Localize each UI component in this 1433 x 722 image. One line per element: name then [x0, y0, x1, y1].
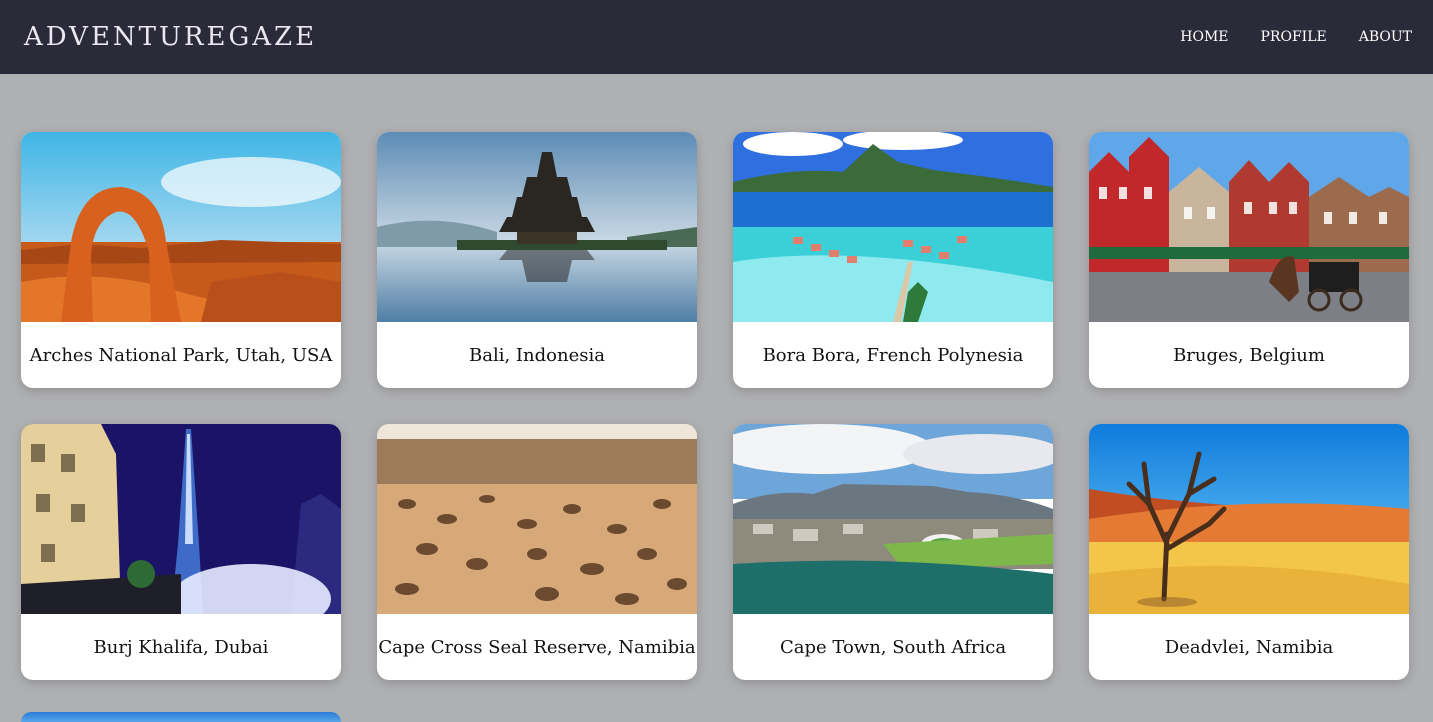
- next-row-card-peek: [21, 712, 341, 722]
- destination-image-cape-town: [733, 424, 1053, 614]
- destination-card-cape-town[interactable]: Cape Town, South Africa: [733, 424, 1053, 680]
- destination-image-bora-bora: [733, 132, 1053, 322]
- destination-card-bruges[interactable]: Bruges, Belgium: [1089, 132, 1409, 388]
- destination-name: Cape Cross Seal Reserve, Namibia: [378, 636, 696, 658]
- destination-name: Bali, Indonesia: [469, 344, 605, 366]
- nav-about-link[interactable]: ABOUT: [1359, 29, 1412, 45]
- nav-links: HOME PROFILE ABOUT: [1180, 29, 1412, 45]
- brand-logo[interactable]: ADVENTUREGAZE: [24, 22, 317, 52]
- destination-card-bora-bora[interactable]: Bora Bora, French Polynesia: [733, 132, 1053, 388]
- nav-home-link[interactable]: HOME: [1180, 29, 1228, 45]
- destination-image-arches: [21, 132, 341, 322]
- destination-name: Bruges, Belgium: [1173, 344, 1325, 366]
- top-navbar: ADVENTUREGAZE HOME PROFILE ABOUT: [0, 0, 1433, 74]
- destination-name: Deadvlei, Namibia: [1164, 636, 1334, 658]
- destination-image-burj-khalifa: [21, 424, 341, 614]
- nav-profile-link[interactable]: PROFILE: [1261, 29, 1327, 45]
- destination-name: Burj Khalifa, Dubai: [93, 636, 269, 658]
- destination-name: Bora Bora, French Polynesia: [762, 344, 1024, 366]
- destination-card-cape-cross[interactable]: Cape Cross Seal Reserve, Namibia: [377, 424, 697, 680]
- destination-image-deadvlei: [1089, 424, 1409, 614]
- destination-name: Cape Town, South Africa: [779, 636, 1007, 658]
- destination-card-arches[interactable]: Arches National Park, Utah, USA: [21, 132, 341, 388]
- destination-card-bali[interactable]: Bali, Indonesia: [377, 132, 697, 388]
- destination-image-bali: [377, 132, 697, 322]
- destination-name: Arches National Park, Utah, USA: [29, 344, 333, 366]
- destination-image-bruges: [1089, 132, 1409, 322]
- destination-card-burj-khalifa[interactable]: Burj Khalifa, Dubai: [21, 424, 341, 680]
- destination-image-cape-cross: [377, 424, 697, 614]
- destination-grid: Arches National Park, Utah, USA Bali, In…: [21, 132, 1409, 680]
- destination-card-deadvlei[interactable]: Deadvlei, Namibia: [1089, 424, 1409, 680]
